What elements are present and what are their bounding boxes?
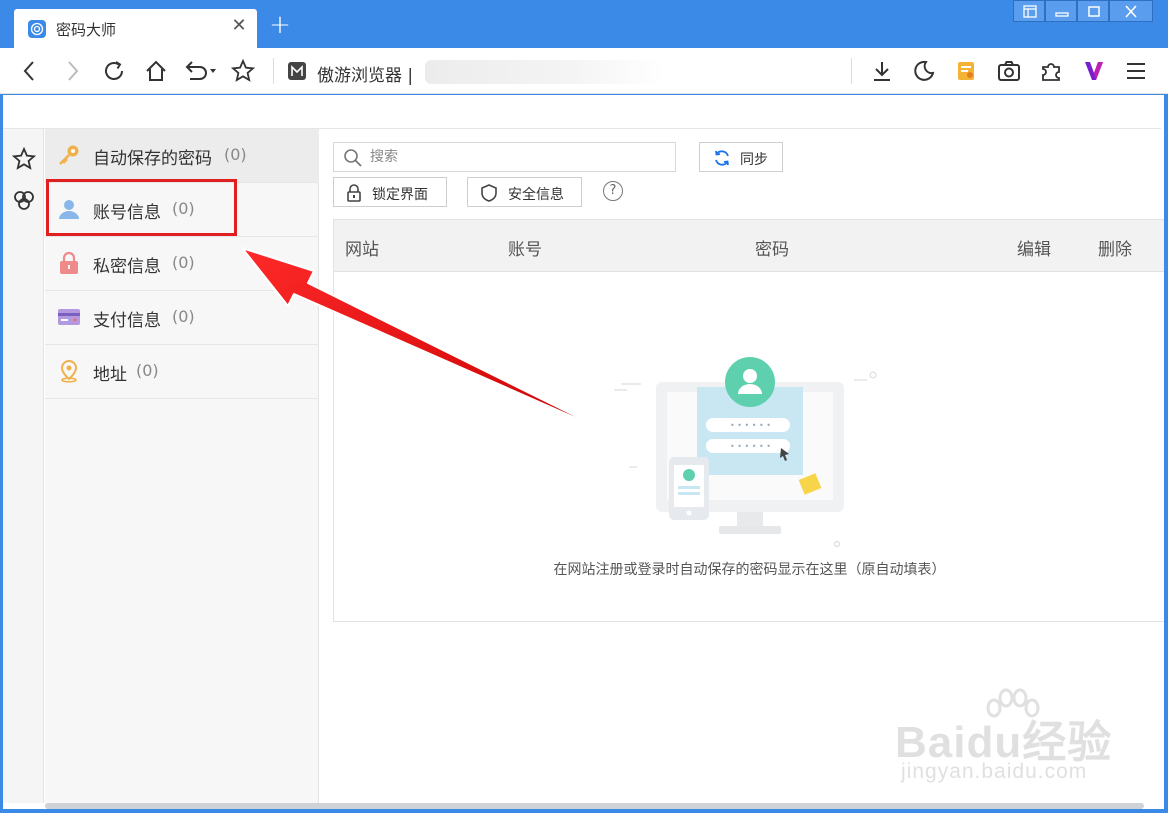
undo-button[interactable]	[180, 57, 220, 85]
help-icon[interactable]: ?	[603, 181, 623, 201]
sync-button[interactable]: 同步	[699, 142, 783, 172]
window-frame-right	[1164, 95, 1168, 813]
empty-state-illustration: • • • • • • • • • • • •	[614, 357, 877, 548]
baidu-watermark: Baidu经验 jingyan.baidu.com	[895, 688, 1115, 788]
tab-title: 密码大师	[56, 21, 117, 39]
home-button[interactable]	[142, 57, 170, 85]
back-button[interactable]	[16, 57, 44, 85]
sidebar-item-saved-passwords[interactable]: 自动保存的密码 (0)	[45, 129, 319, 183]
location-icon	[60, 359, 78, 383]
svg-text:• • • • • •: • • • • • •	[730, 442, 771, 451]
sidebar-item-label: 支付信息	[93, 311, 161, 331]
rail-favorites-button[interactable]	[11, 146, 37, 172]
extensions-button[interactable]	[1037, 57, 1065, 85]
v-logo-icon	[1085, 62, 1103, 80]
forward-button[interactable]	[58, 57, 86, 85]
address-url-blurred[interactable]	[425, 60, 665, 84]
toolbar-separator	[273, 58, 274, 84]
shield-icon	[481, 184, 497, 202]
sidebar-item-count: (0)	[172, 253, 195, 272]
menu-button[interactable]	[1122, 57, 1150, 85]
toolbar-separator	[851, 58, 852, 84]
security-info-label: 安全信息	[508, 187, 564, 203]
lock-icon	[60, 251, 78, 274]
column-header-edit: 编辑	[1017, 240, 1051, 260]
minimize-icon	[1055, 12, 1069, 17]
rail-password-master-button[interactable]	[11, 187, 37, 213]
minimize-button[interactable]	[1045, 0, 1077, 22]
layout-button[interactable]	[1013, 0, 1045, 22]
password-master-icon	[28, 20, 46, 38]
sidebar-item-label: 地址	[93, 365, 127, 385]
close-icon	[1125, 5, 1137, 18]
sidebar-item-count: (0)	[224, 145, 247, 164]
screenshot-icon	[998, 61, 1020, 81]
title-bar: 密码大师 ✕ +	[0, 0, 1168, 48]
window-frame-bottom	[0, 809, 1168, 813]
sync-icon	[715, 150, 729, 166]
sidebar-item-count: (0)	[172, 307, 195, 326]
reload-button[interactable]	[100, 57, 128, 85]
window-frame-left	[0, 95, 3, 813]
layout-icon	[1023, 5, 1037, 18]
star-icon	[12, 147, 36, 170]
address-bar[interactable]: 傲游浏览器 |	[317, 61, 413, 86]
column-header-password: 密码	[755, 240, 789, 260]
security-info-button[interactable]: 安全信息	[467, 177, 582, 207]
extensions-icon	[1042, 63, 1060, 81]
lock-screen-button[interactable]: 锁定界面	[333, 177, 447, 207]
side-rail	[3, 129, 44, 803]
search-input[interactable]	[370, 147, 660, 167]
download-icon	[874, 62, 890, 81]
search-icon	[344, 149, 362, 167]
night-mode-icon	[914, 60, 935, 81]
back-icon	[23, 61, 34, 81]
maximize-icon	[1088, 6, 1100, 17]
notes-icon	[958, 62, 974, 80]
v-logo-button[interactable]	[1080, 57, 1108, 85]
sync-label: 同步	[740, 152, 768, 168]
search-box[interactable]	[333, 142, 676, 172]
key-icon	[59, 145, 79, 165]
reload-icon	[105, 61, 123, 80]
forward-icon	[68, 61, 79, 81]
password-master-rail-icon	[14, 191, 34, 210]
browser-toolbar: 傲游浏览器 |	[0, 48, 1168, 94]
notes-button[interactable]	[952, 57, 980, 85]
svg-text:• • • • • •: • • • • • •	[730, 421, 771, 430]
tab-password-master[interactable]: 密码大师 ✕	[14, 9, 257, 48]
undo-icon	[185, 61, 216, 80]
new-tab-button[interactable]: +	[268, 12, 292, 38]
screenshot-button[interactable]	[995, 57, 1023, 85]
night-mode-button[interactable]	[910, 57, 938, 85]
red-arrow-icon	[241, 247, 615, 436]
home-icon	[146, 60, 166, 81]
padlock-icon	[347, 184, 361, 202]
menu-icon	[1127, 63, 1145, 79]
card-icon	[58, 309, 80, 325]
favorite-icon	[231, 59, 255, 82]
sidebar-item-count: (0)	[136, 361, 159, 380]
site-icon	[288, 62, 306, 80]
sidebar-item-label: 私密信息	[93, 257, 161, 277]
download-button[interactable]	[868, 57, 896, 85]
tab-close-icon[interactable]: ✕	[230, 17, 248, 35]
sidebar-item-label: 自动保存的密码	[93, 149, 212, 169]
column-header-delete: 删除	[1098, 240, 1132, 260]
highlight-box	[46, 179, 237, 236]
maximize-button[interactable]	[1077, 0, 1109, 22]
favorite-button[interactable]	[229, 57, 257, 85]
watermark-url: jingyan.baidu.com	[901, 760, 1088, 783]
close-window-button[interactable]	[1109, 0, 1153, 22]
lock-screen-label: 锁定界面	[372, 187, 428, 203]
empty-state-message: 在网站注册或登录时自动保存的密码显示在这里（原自动填表）	[553, 562, 946, 578]
